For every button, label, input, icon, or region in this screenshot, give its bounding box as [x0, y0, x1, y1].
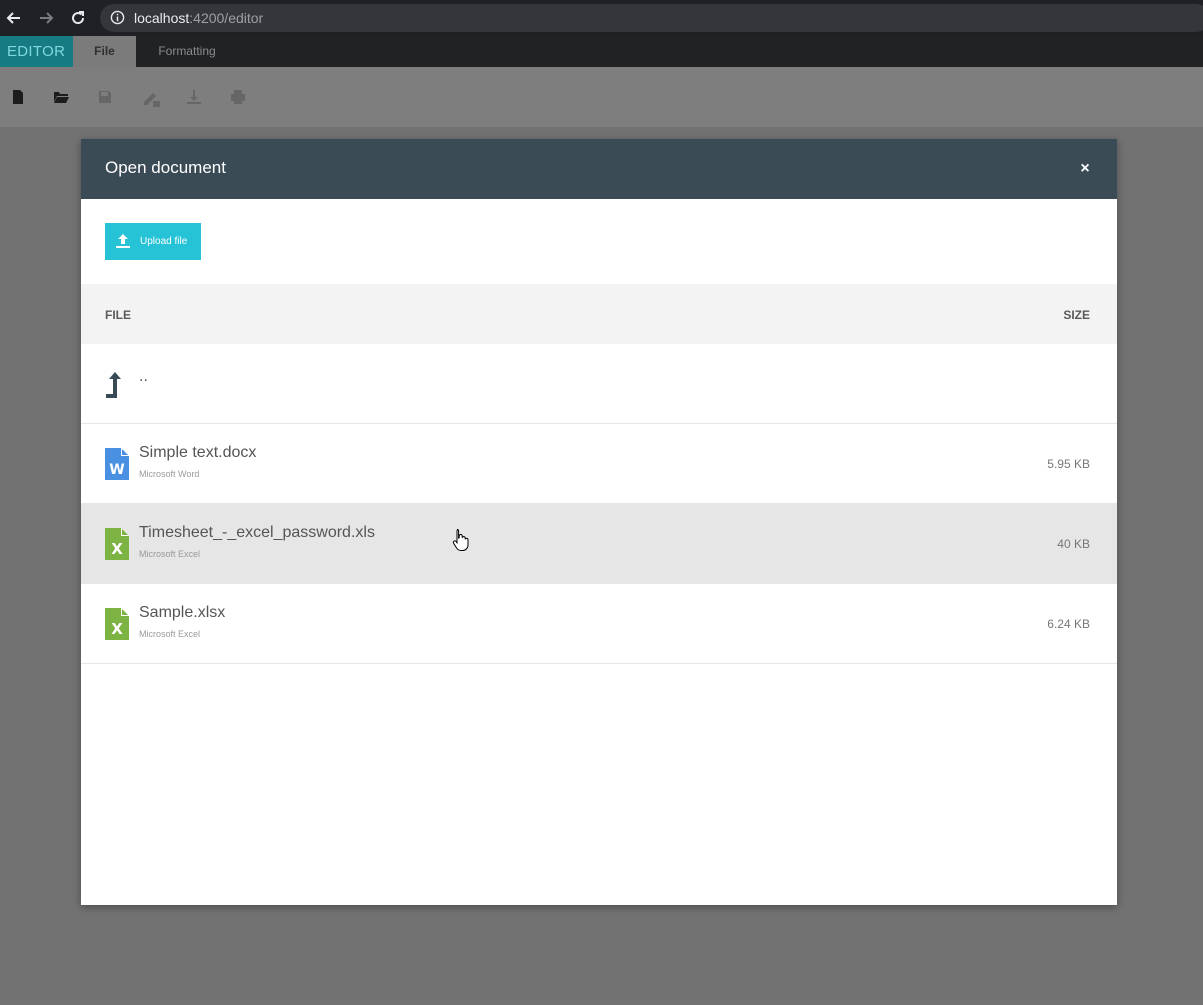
file-row[interactable]: X Sample.xlsx Microsoft Excel 6.24 KB — [81, 584, 1117, 664]
excel-file-icon: X — [105, 608, 129, 640]
column-header-file: FILE — [105, 308, 131, 322]
tab-file[interactable]: File — [73, 36, 136, 67]
parent-directory-label: .. — [139, 368, 148, 385]
level-up-icon — [105, 368, 129, 400]
url-host: localhost — [134, 10, 190, 26]
browser-toolbar: localhost:4200/editor — [0, 0, 1203, 36]
svg-text:X: X — [111, 540, 123, 558]
address-bar[interactable]: localhost:4200/editor — [100, 4, 1203, 32]
url-text: localhost:4200/editor — [134, 10, 263, 26]
rename-icon[interactable] — [142, 89, 160, 107]
file-name: Sample.xlsx — [139, 604, 226, 621]
file-size: 5.95 KB — [1047, 457, 1090, 471]
upload-file-button[interactable]: Upload file — [105, 223, 201, 260]
close-button[interactable]: × — [1077, 161, 1093, 177]
file-type: Microsoft Excel — [139, 549, 201, 559]
hand-cursor-icon — [452, 528, 470, 552]
file-row[interactable]: X Timesheet_-_excel_password.xls Microso… — [81, 504, 1117, 584]
app-menubar: EDITOR File Formatting — [0, 36, 1203, 67]
file-name: Timesheet_-_excel_password.xls — [139, 524, 375, 541]
open-document-dialog: Open document × Upload file FILE SIZE ..… — [81, 139, 1117, 905]
dialog-title: Open document — [105, 158, 226, 177]
file-toolbar — [0, 67, 1203, 127]
site-info-icon[interactable] — [110, 10, 125, 30]
svg-text:X: X — [111, 620, 123, 638]
print-icon[interactable] — [230, 89, 248, 107]
file-type: Microsoft Word — [139, 469, 200, 479]
file-type: Microsoft Excel — [139, 629, 201, 639]
file-size: 6.24 KB — [1047, 617, 1090, 631]
file-name: Simple text.docx — [139, 444, 257, 461]
dialog-header: Open document × — [81, 139, 1117, 199]
file-table-header: FILE SIZE — [81, 284, 1117, 344]
app-brand: EDITOR — [0, 36, 73, 67]
url-path: :4200/editor — [189, 10, 264, 26]
save-icon[interactable] — [97, 89, 115, 107]
tab-formatting[interactable]: Formatting — [136, 36, 238, 67]
download-icon[interactable] — [186, 89, 204, 107]
svg-text:W: W — [109, 462, 124, 478]
column-header-size: SIZE — [1063, 308, 1090, 322]
excel-file-icon: X — [105, 528, 129, 560]
parent-directory-row[interactable]: .. — [81, 344, 1117, 424]
file-row[interactable]: W Simple text.docx Microsoft Word 5.95 K… — [81, 424, 1117, 504]
upload-icon — [115, 233, 131, 252]
upload-file-label: Upload file — [140, 236, 188, 247]
reload-icon[interactable] — [68, 8, 88, 28]
new-document-icon[interactable] — [10, 89, 28, 107]
forward-icon[interactable] — [36, 8, 56, 28]
back-icon[interactable] — [4, 8, 24, 28]
open-folder-icon[interactable] — [53, 89, 71, 107]
word-file-icon: W — [105, 448, 129, 480]
file-size: 40 KB — [1057, 537, 1090, 551]
